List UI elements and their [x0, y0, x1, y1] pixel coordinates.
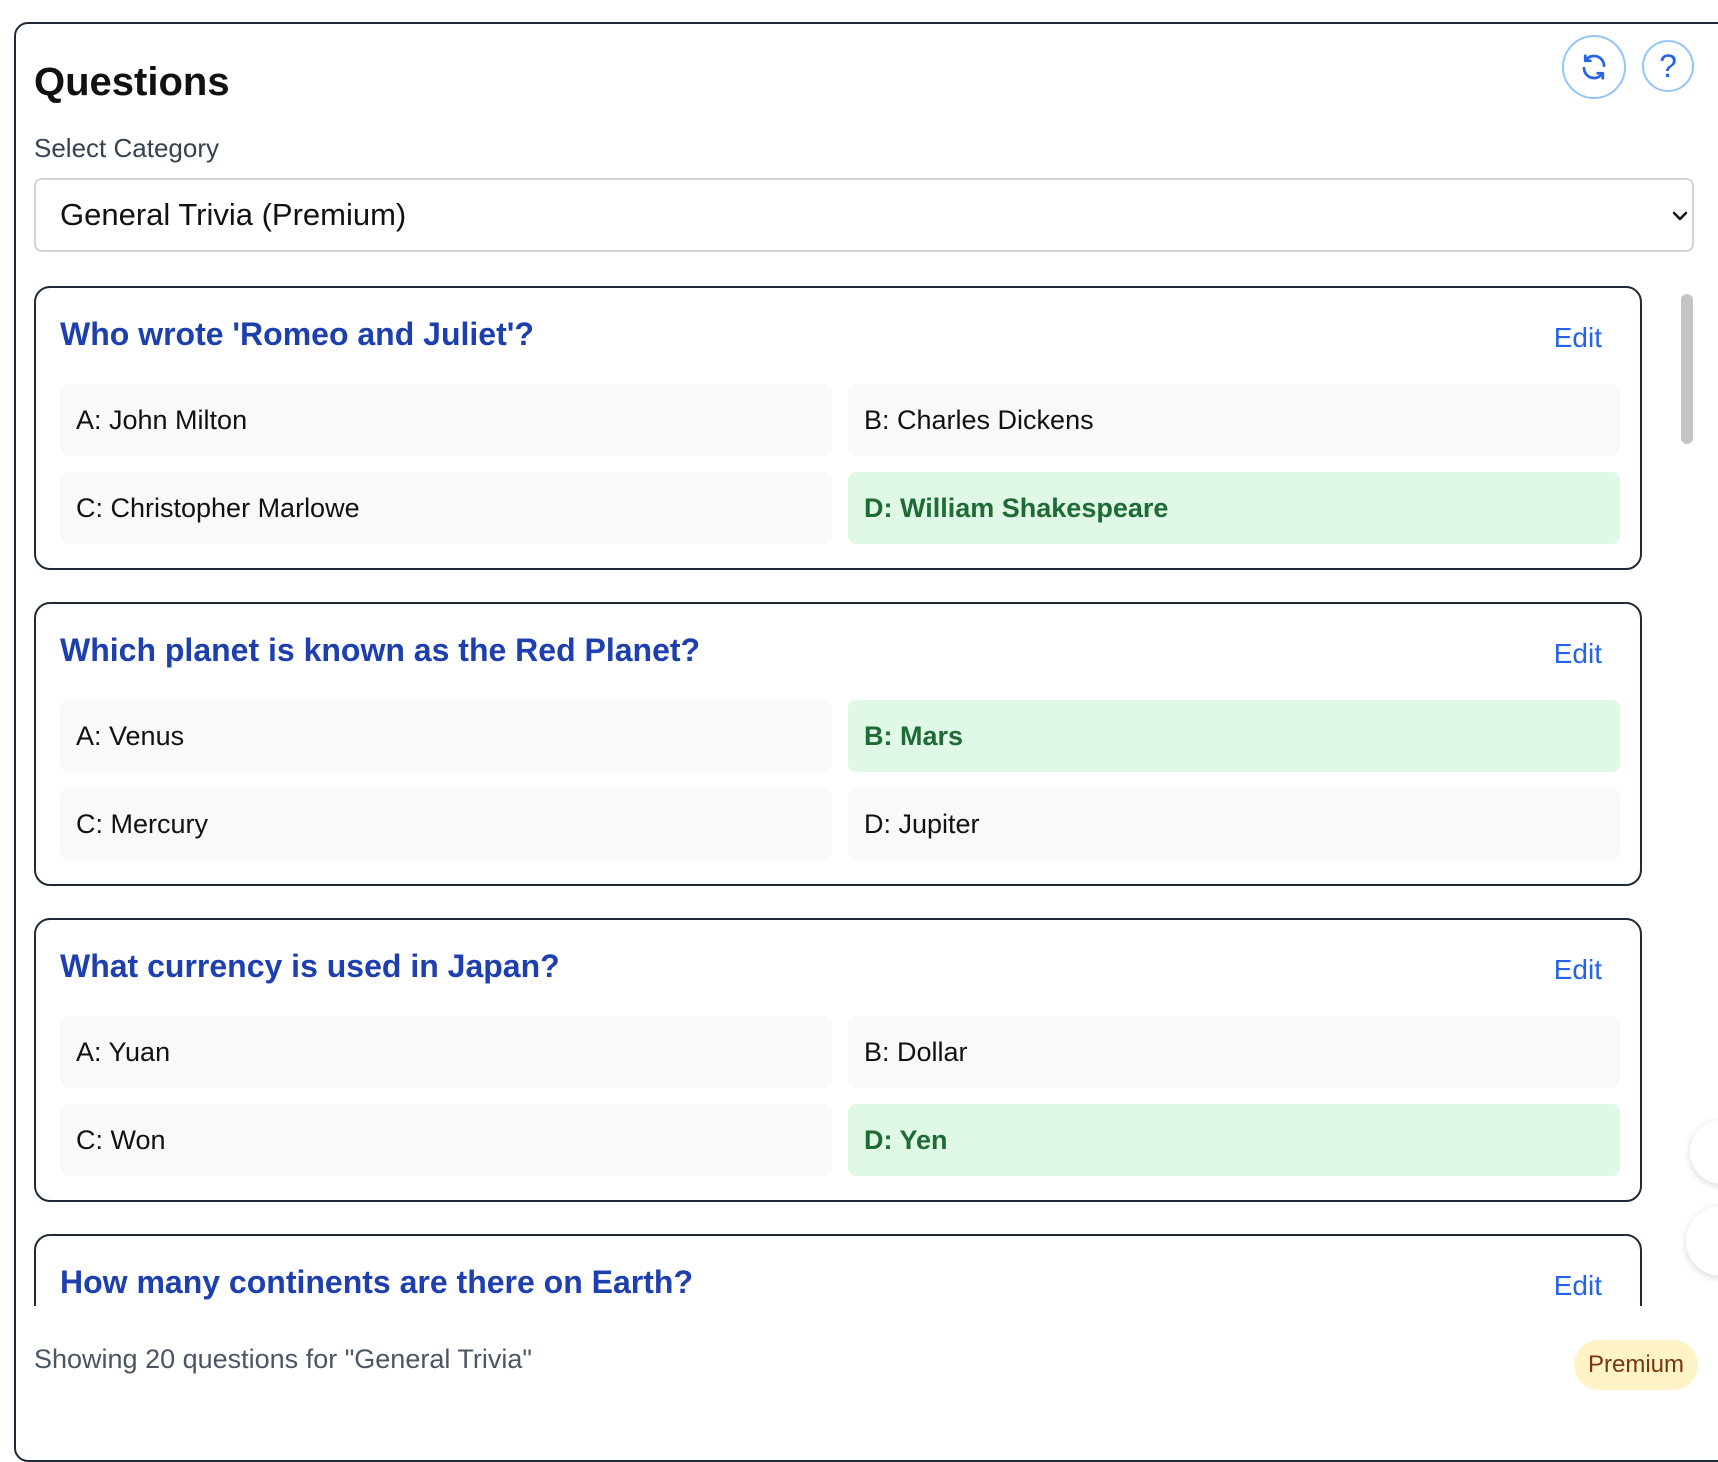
edit-button[interactable]: Edit: [1554, 954, 1602, 986]
refresh-button[interactable]: [1562, 35, 1626, 99]
status-text: Showing 20 questions for "General Trivia…: [34, 1344, 532, 1374]
premium-badge: Premium: [1574, 1340, 1698, 1390]
refresh-icon: [1582, 54, 1606, 80]
option-a[interactable]: A: John Milton: [60, 384, 832, 456]
option-a[interactable]: A: Yuan: [60, 1016, 832, 1088]
edit-button[interactable]: Edit: [1554, 1270, 1602, 1302]
option-d[interactable]: D: Jupiter: [848, 788, 1620, 860]
question-text: Which planet is known as the Red Planet?: [60, 632, 701, 668]
option-b-correct[interactable]: B: Mars: [848, 700, 1620, 772]
question-card: What currency is used in Japan? Edit A: …: [34, 918, 1642, 1202]
category-label: Select Category: [34, 133, 219, 163]
option-c[interactable]: C: Won: [60, 1104, 832, 1176]
question-card: How many continents are there on Earth? …: [34, 1234, 1642, 1306]
question-text: How many continents are there on Earth?: [60, 1264, 693, 1300]
category-selected-value: General Trivia (Premium): [60, 197, 407, 232]
help-icon: ?: [1659, 48, 1677, 84]
option-c[interactable]: C: Mercury: [60, 788, 832, 860]
question-text: What currency is used in Japan?: [60, 948, 560, 984]
question-list[interactable]: Who wrote 'Romeo and Juliet'? Edit A: Jo…: [34, 286, 1674, 1306]
question-card: Which planet is known as the Red Planet?…: [34, 602, 1642, 886]
chevron-down-icon: [1672, 211, 1688, 221]
category-select[interactable]: General Trivia (Premium): [34, 178, 1694, 252]
question-text: Who wrote 'Romeo and Juliet'?: [60, 316, 534, 352]
option-a[interactable]: A: Venus: [60, 700, 832, 772]
option-d-correct[interactable]: D: Yen: [848, 1104, 1620, 1176]
help-button[interactable]: ?: [1642, 40, 1694, 92]
edit-button[interactable]: Edit: [1554, 322, 1602, 354]
option-b[interactable]: B: Charles Dickens: [848, 384, 1620, 456]
option-b[interactable]: B: Dollar: [848, 1016, 1620, 1088]
page-title: Questions: [34, 60, 230, 104]
question-card: Who wrote 'Romeo and Juliet'? Edit A: Jo…: [34, 286, 1642, 570]
option-d-correct[interactable]: D: William Shakespeare: [848, 472, 1620, 544]
edit-button[interactable]: Edit: [1554, 638, 1602, 670]
scrollbar-thumb[interactable]: [1681, 294, 1693, 444]
option-c[interactable]: C: Christopher Marlowe: [60, 472, 832, 544]
